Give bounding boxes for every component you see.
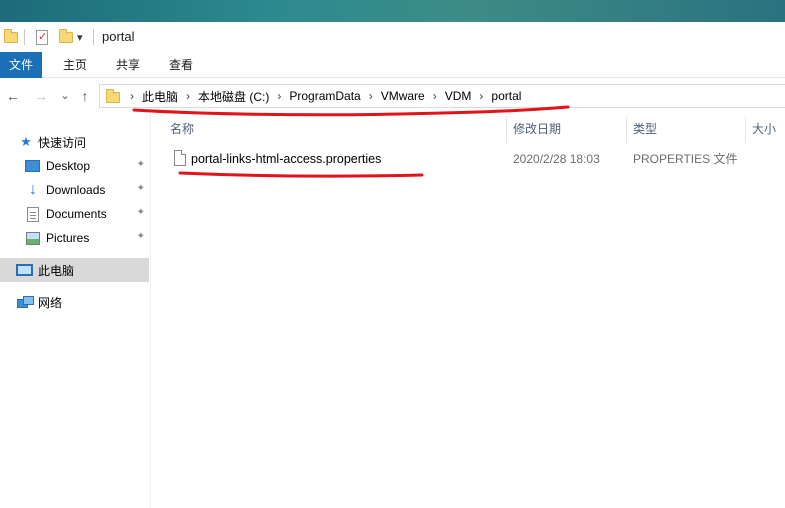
pin-icon: ✦ [136,159,145,170]
pictures-icon [26,231,40,245]
back-button[interactable]: ← [4,79,22,113]
pin-icon: ✦ [136,183,145,194]
chevron-down-icon: ⌄ [60,90,70,102]
computer-icon [16,264,33,276]
back-arrow-icon: ← [6,88,20,104]
tab-share[interactable]: 共享 [107,52,149,78]
breadcrumb-vdm[interactable]: VDM [445,89,472,103]
folder-icon [4,28,18,43]
file-type: PROPERTIES 文件 [633,152,738,166]
file-name[interactable]: portal-links-html-access.properties [191,147,381,171]
breadcrumb-this-pc[interactable]: 此电脑 [142,88,178,105]
sidebar-item-label: Downloads [46,183,106,197]
address-folder-icon [106,89,120,103]
new-folder-icon [59,28,73,43]
sidebar-item-label: Documents [46,207,107,221]
tab-file[interactable]: 文件 [0,52,42,78]
network-icon [17,296,34,308]
star-icon: ★ [20,134,32,149]
file-modified: 2020/2/28 18:03 [513,152,600,166]
sidebar-item-desktop[interactable]: Desktop ✦ [0,154,149,178]
qa-customize-button[interactable]: ▾ [77,22,83,52]
column-header-modified[interactable]: 修改日期 [513,119,561,139]
column-divider[interactable] [506,117,507,143]
ribbon-tabs: 文件 主页 共享 查看 [0,52,785,78]
sidebar-item-downloads[interactable]: ↓ Downloads ✦ [0,178,149,202]
forward-button[interactable]: → [32,79,50,113]
sidebar-item-label: 此电脑 [38,263,75,278]
address-bar[interactable]: › 此电脑 › 本地磁盘 (C:) › ProgramData › VMware… [99,84,785,108]
recent-locations-button[interactable]: ⌄ [58,79,72,113]
pin-icon: ✦ [136,231,145,242]
desktop-background-strip [0,0,785,22]
desktop-icon [25,160,40,172]
column-divider[interactable] [626,117,627,143]
sidebar-item-label: 网络 [38,295,63,310]
pin-icon: ✦ [136,207,145,218]
sidebar-item-quick-access[interactable]: ★ 快速访问 [0,130,149,154]
qa-properties-button[interactable] [36,22,48,52]
properties-check-icon [36,29,48,45]
navigation-bar: ← → ⌄ ↑ › 此电脑 › 本地磁盘 (C:) › ProgramData … [0,79,785,113]
breadcrumb-separator[interactable]: › [178,89,198,103]
file-icon [174,150,186,166]
column-header-size[interactable]: 大小 [752,119,776,139]
up-button[interactable]: ↑ [76,79,94,113]
breadcrumb-portal[interactable]: portal [491,89,521,103]
file-row[interactable]: portal-links-html-access.properties 2020… [166,147,785,171]
toolbar-separator [93,29,94,45]
sidebar-item-label: 快速访问 [38,135,87,150]
column-divider[interactable] [745,117,746,143]
column-header-name[interactable]: 名称 [170,119,194,139]
tab-view[interactable]: 查看 [160,52,202,78]
downloads-icon: ↓ [29,181,37,198]
up-arrow-icon: ↑ [81,88,89,104]
breadcrumb-local-disk[interactable]: 本地磁盘 (C:) [198,88,269,105]
sidebar-item-network[interactable]: 网络 [0,290,149,314]
documents-icon [27,206,39,222]
breadcrumb-separator[interactable]: › [269,89,289,103]
tab-home[interactable]: 主页 [54,52,96,78]
breadcrumb-separator[interactable]: › [361,89,381,103]
breadcrumb-separator[interactable]: › [425,89,445,103]
breadcrumb-programdata[interactable]: ProgramData [289,89,360,103]
file-list: 名称 修改日期 类型 大小 portal-links-html-access.p… [152,113,785,508]
qa-new-folder-button[interactable] [59,22,73,52]
dropdown-arrow-icon: ▾ [77,31,83,44]
qa-folder-button[interactable] [4,22,18,52]
sidebar-item-documents[interactable]: Documents ✦ [0,202,149,226]
title-bar: ▾ portal [0,22,785,52]
sidebar-item-label: Pictures [46,231,90,245]
forward-arrow-icon: → [34,88,48,104]
sidebar-item-pictures[interactable]: Pictures ✦ [0,226,149,250]
navigation-pane: ★ 快速访问 Desktop ✦ ↓ Downloads ✦ Documents… [0,113,151,508]
toolbar-separator [24,29,25,45]
sidebar-item-this-pc[interactable]: 此电脑 [0,258,149,282]
breadcrumb-separator[interactable]: › [120,89,142,103]
window-title: portal [102,29,135,44]
breadcrumb-vmware[interactable]: VMware [381,89,425,103]
column-header-type[interactable]: 类型 [633,119,657,139]
sidebar-item-label: Desktop [46,159,91,173]
breadcrumb-separator[interactable]: › [471,89,491,103]
